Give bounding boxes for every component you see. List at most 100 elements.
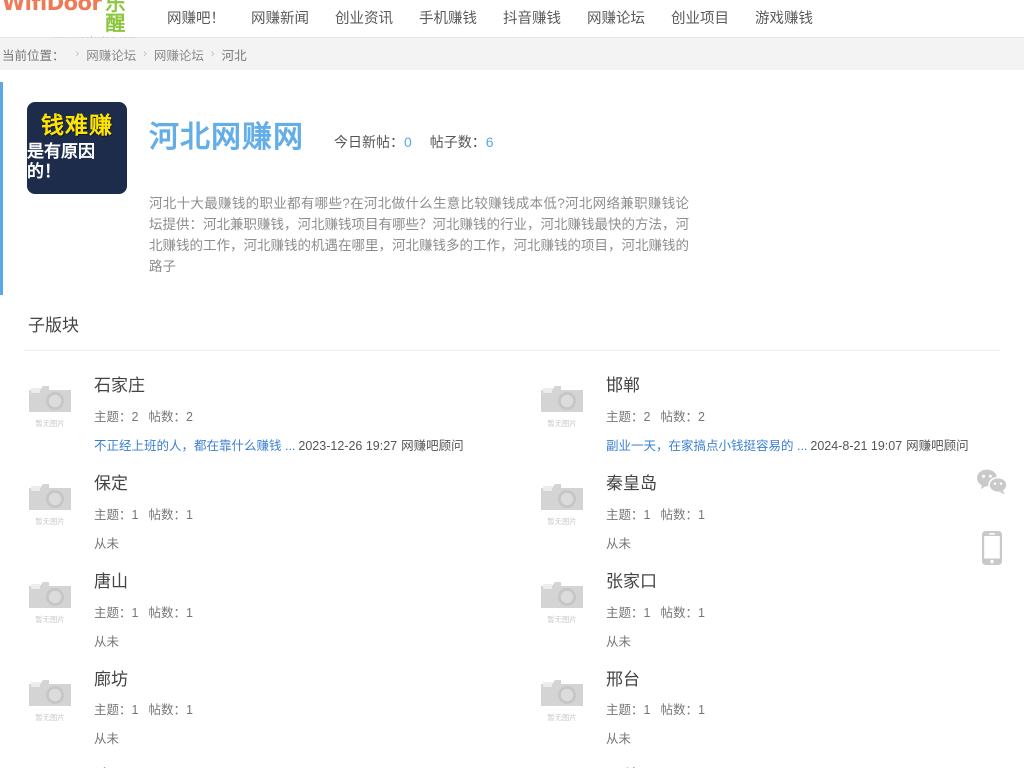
nav-item-wangzhuanba[interactable]: 网赚吧！	[154, 0, 238, 38]
forum-stats: 今日新帖：0 帖子数：6	[334, 132, 494, 152]
nav-item-game-earning[interactable]: 游戏赚钱	[742, 0, 826, 38]
last-post-title[interactable]: 不正经上班的人，都在靠什么赚钱 ...	[94, 439, 295, 453]
subforum-name-link[interactable]: 邯郸	[606, 374, 640, 398]
breadcrumb-item-2[interactable]: 网赚论坛	[154, 45, 204, 64]
subforum-item[interactable]: 暂无图片 张家口 主题：1 帖数：1 从未	[512, 561, 1024, 659]
posts-label: 帖数：	[660, 409, 698, 424]
no-image-placeholder-icon	[539, 578, 585, 612]
posts-label: 帖数：	[660, 703, 698, 718]
forum-description: 河北十大最赚钱的职业都有哪些?在河北做什么生意比较赚钱成本低?河北网络兼职赚钱论…	[149, 196, 689, 275]
posts-label: 帖数：	[148, 409, 186, 424]
site-logo[interactable]: WifiDoor 乐醒 www.yaolexing.com	[0, 0, 140, 38]
forum-avatar-line2: 是有原因的！	[27, 141, 95, 182]
subforum-thumbnail: 暂无图片	[24, 480, 76, 527]
subforum-name-link[interactable]: 张家口	[606, 570, 657, 594]
no-image-caption: 暂无图片	[547, 615, 577, 624]
topics-label: 主题：	[606, 605, 644, 620]
posts-label: 帖数：	[660, 605, 698, 620]
wechat-icon[interactable]	[970, 460, 1014, 504]
topics-value: 1	[643, 507, 651, 522]
no-image-placeholder-icon	[27, 676, 73, 710]
posts-value: 2	[185, 409, 193, 424]
page-title: 河北网赚网	[149, 121, 304, 155]
subforum-name-link[interactable]: 唐山	[94, 570, 128, 594]
logo-chinese-name: 乐醒	[105, 0, 126, 35]
total-posts-value: 6	[485, 134, 494, 151]
posts-value: 1	[185, 703, 193, 718]
posts-label: 帖数：	[148, 605, 186, 620]
nav-item-douyin-earning[interactable]: 抖音赚钱	[490, 0, 574, 38]
no-image-placeholder-icon	[539, 480, 585, 514]
posts-value: 2	[697, 409, 705, 424]
top-navigation-bar: WifiDoor 乐醒 www.yaolexing.com 网赚吧！ 网赚新闻 …	[0, 0, 1024, 38]
subforum-name-link[interactable]: 邢台	[606, 668, 640, 692]
breadcrumb: 当前位置： › 网赚论坛 › 网赚论坛 › 河北	[0, 38, 1024, 70]
subforum-item[interactable]: 暂无图片 唐山 主题：1 帖数：1 从未	[0, 561, 512, 659]
nav-item-mobile-earning[interactable]: 手机赚钱	[406, 0, 490, 38]
subforum-counts: 主题：1 帖数：1	[606, 699, 1024, 718]
posts-value: 1	[697, 703, 705, 718]
nav-item-forum[interactable]: 网赚论坛	[574, 0, 658, 38]
topics-value: 2	[131, 409, 139, 424]
posts-value: 1	[185, 507, 193, 522]
breadcrumb-separator-3: ›	[210, 48, 215, 60]
subforum-item[interactable]: 暂无图片 石家庄 主题：2 帖数：2 不正经上班的人，都在靠什么赚钱 ... 2023-1…	[0, 365, 512, 463]
subforum-thumbnail: 暂无图片	[24, 382, 76, 429]
no-image-caption: 暂无图片	[547, 517, 577, 526]
topics-value: 1	[131, 605, 139, 620]
subforum-name-link[interactable]: 廊坊	[94, 668, 128, 692]
subforum-name-link[interactable]: 秦皇岛	[606, 472, 657, 496]
no-image-caption: 暂无图片	[547, 419, 577, 428]
posts-label: 帖数：	[148, 507, 186, 522]
subforum-thumbnail: 暂无图片	[536, 676, 588, 723]
subforum-name-link[interactable]: 石家庄	[94, 374, 145, 398]
no-image-placeholder-icon	[27, 480, 73, 514]
last-post-date: 2024-8-21 19:07	[810, 438, 903, 453]
no-image-caption: 暂无图片	[35, 517, 65, 526]
subforum-item[interactable]: 暂无图片 邢台 主题：1 帖数：1 从未	[512, 659, 1024, 757]
subforum-item[interactable]: 暂无图片 保定 主题：1 帖数：1 从未	[0, 463, 512, 561]
subforum-body: 张家口 主题：1 帖数：1 从未	[606, 570, 1024, 650]
nav-item-startup-projects[interactable]: 创业项目	[658, 0, 742, 38]
subforum-item[interactable]: 暂无图片 秦皇岛 主题：1 帖数：1 从未	[512, 463, 1024, 561]
posts-value: 1	[185, 605, 193, 620]
posts-value: 1	[697, 507, 705, 522]
subforum-body: 邯郸 主题：2 帖数：2 副业一天，在家搞点小钱挺容易的 ... 2024-8-21 1…	[606, 374, 1024, 454]
subforum-body: 邢台 主题：1 帖数：1 从未	[606, 668, 1024, 748]
subforum-name-link[interactable]: 保定	[94, 472, 128, 496]
topics-label: 主题：	[606, 703, 644, 718]
topics-value: 2	[643, 409, 651, 424]
subforum-thumbnail: 暂无图片	[536, 480, 588, 527]
subforum-item[interactable]: 暂无图片承德主题：1帖数：1从未	[512, 756, 1024, 768]
topics-label: 主题：	[606, 507, 644, 522]
mobile-icon[interactable]	[970, 526, 1014, 570]
nav-item-news[interactable]: 网赚新闻	[238, 0, 322, 38]
no-image-placeholder-icon	[27, 382, 73, 416]
total-posts-label: 帖子数：	[429, 134, 486, 151]
today-posts-value: 0	[404, 134, 412, 151]
subforum-item[interactable]: 暂无图片 邯郸 主题：2 帖数：2 副业一天，在家搞点小钱挺容易的 ... 2024-8-…	[512, 365, 1024, 463]
topics-label: 主题：	[94, 409, 132, 424]
subforum-counts: 主题：1 帖数：1	[94, 504, 512, 523]
topics-value: 1	[643, 703, 651, 718]
last-post-title[interactable]: 副业一天，在家搞点小钱挺容易的 ...	[606, 439, 807, 453]
subforum-last-post-never: 从未	[606, 536, 632, 551]
subforum-item[interactable]: 暂无图片 廊坊 主题：1 帖数：1 从未	[0, 659, 512, 757]
floating-side-widgets	[968, 460, 1016, 592]
posts-label: 帖数：	[660, 507, 698, 522]
subforum-last-post-never: 从未	[606, 634, 632, 649]
nav-item-startup-info[interactable]: 创业资讯	[322, 0, 406, 38]
subforum-body: 唐山 主题：1 帖数：1 从未	[94, 570, 512, 650]
breadcrumb-item-1[interactable]: 网赚论坛	[86, 45, 136, 64]
subforum-last-post-never: 从未	[606, 732, 632, 747]
no-image-placeholder-icon	[539, 382, 585, 416]
topics-label: 主题：	[94, 703, 132, 718]
subforum-thumbnail: 暂无图片	[536, 578, 588, 625]
last-post-date: 2023-12-26 19:27	[298, 438, 398, 453]
subforum-counts: 主题：1 帖数：1	[94, 602, 512, 621]
subforum-thumbnail: 暂无图片	[24, 676, 76, 723]
subforum-last-post: 不正经上班的人，都在靠什么赚钱 ... 2023-12-26 19:27 网赚吧顾问	[94, 435, 512, 454]
forum-info: 河北网赚网 今日新帖：0 帖子数：6 河北十大最赚钱的职业都有哪些?在河北做什么生…	[149, 98, 689, 277]
subforum-item[interactable]: 暂无图片沧州主题：1帖数：1从未	[0, 756, 512, 768]
no-image-caption: 暂无图片	[35, 419, 65, 428]
